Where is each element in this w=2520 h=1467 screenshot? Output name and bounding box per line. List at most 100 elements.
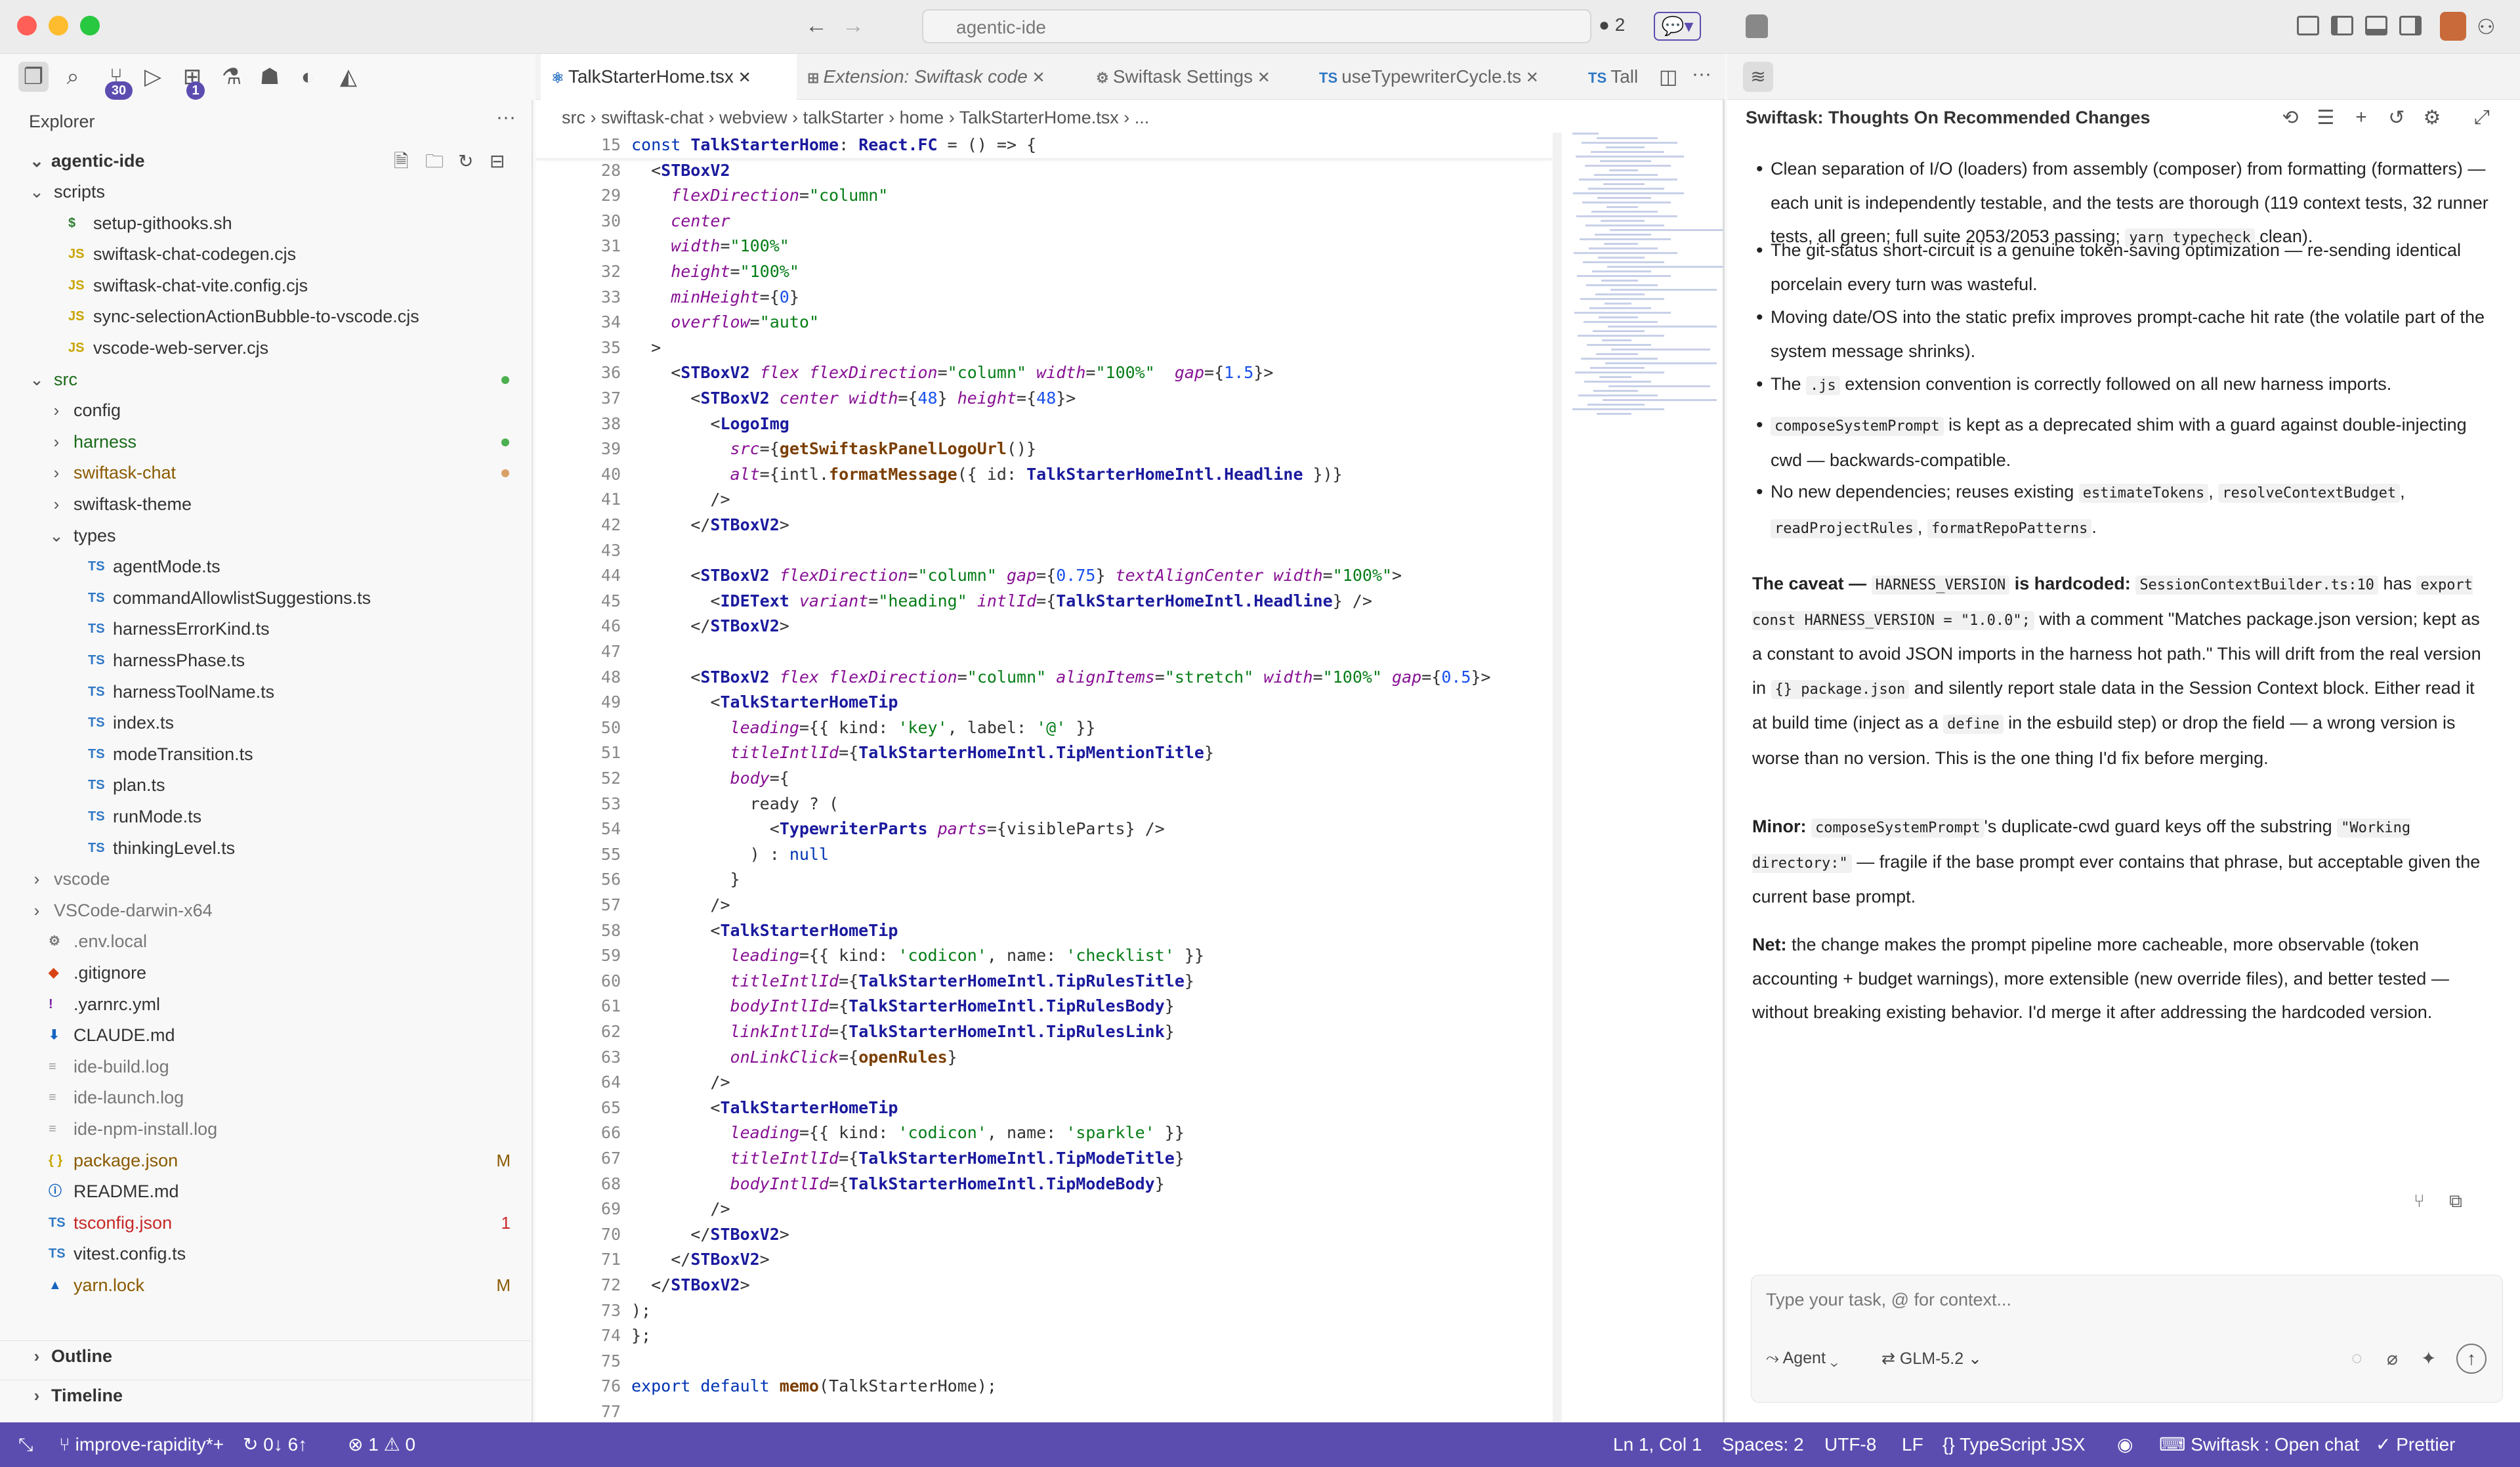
search-icon[interactable]: ⌕ xyxy=(58,62,88,92)
tree-row[interactable]: TS index.ts xyxy=(0,708,530,738)
breadcrumb-item[interactable]: swiftask-chat xyxy=(601,108,704,127)
prompt-icon[interactable]: ◭ xyxy=(333,62,364,92)
tree-row[interactable]: ⚙ .env.local xyxy=(0,926,530,957)
chat-icon[interactable]: 💬▾ xyxy=(1654,12,1701,41)
remote-icon[interactable]: ☗ xyxy=(255,62,285,92)
breadcrumb-item[interactable]: talkStarter xyxy=(803,108,884,127)
tree-row[interactable]: JS vscode-web-server.cjs xyxy=(0,333,530,364)
outline-section[interactable]: › Outline xyxy=(0,1340,530,1371)
history-icon[interactable]: ⟲ xyxy=(2277,106,2303,129)
branch-icon[interactable]: ⑂ xyxy=(2414,1191,2425,1212)
indentation[interactable]: Spaces: 2 xyxy=(1722,1422,1804,1467)
problems-indicator[interactable]: ● 2 xyxy=(1599,14,1625,35)
minimap[interactable] xyxy=(1566,133,1723,448)
problems-status[interactable]: ⊗ 1 ⚠ 0 xyxy=(348,1422,415,1467)
model-selector[interactable]: ⇄ GLM-5.2 ⌄ xyxy=(1881,1349,1982,1369)
breadcrumb-item[interactable]: src xyxy=(562,108,585,127)
avatar[interactable] xyxy=(2440,12,2466,41)
timeline-section[interactable]: › Timeline xyxy=(0,1380,530,1411)
code-view[interactable]: 15 const TalkStarterHome: React.FC = () =… xyxy=(536,133,1553,1422)
tree-row[interactable]: TS runMode.ts xyxy=(0,801,530,832)
language-mode[interactable]: {} TypeScript JSX xyxy=(1942,1422,2085,1467)
close-icon[interactable]: ✕ xyxy=(734,69,751,87)
toggle-primary-sidebar-icon[interactable] xyxy=(2331,16,2353,35)
tree-row[interactable]: ◆ .gitignore xyxy=(0,958,530,989)
chat-input[interactable]: Type your task, @ for context... xyxy=(1766,1290,2011,1310)
breadcrumb-item[interactable]: webview xyxy=(719,108,788,127)
tree-row[interactable]: › swiftask-theme xyxy=(0,489,530,520)
tree-row[interactable]: › swiftask-chat xyxy=(0,457,530,488)
workspace-root[interactable]: ⌄ agentic-ide 🗎 🗀 ↻ ⊟ xyxy=(0,146,530,177)
more-actions-icon[interactable]: ··· xyxy=(1692,63,1712,85)
testing-icon[interactable]: ⚗ xyxy=(217,62,247,92)
zoom-window-button[interactable] xyxy=(80,16,100,35)
explorer-icon[interactable]: ❐ xyxy=(18,62,49,92)
branch-status[interactable]: ⑂ improve-rapidity*+ xyxy=(59,1422,224,1467)
more-actions-icon[interactable]: ··· xyxy=(496,106,516,129)
sync-status[interactable]: ↻ 0↓ 6↑ xyxy=(243,1422,307,1467)
tree-row[interactable]: ≡ ide-npm-install.log xyxy=(0,1114,530,1145)
refresh-icon[interactable]: ↻ xyxy=(458,146,473,177)
swiftask-status[interactable]: ⌨ Swiftask : Open chat xyxy=(2159,1422,2359,1467)
tree-row[interactable]: ⌄ src xyxy=(0,364,530,395)
tree-row[interactable]: { } package.json M xyxy=(0,1145,530,1176)
tree-row[interactable]: › vscode xyxy=(0,864,530,895)
enhance-prompt-icon[interactable]: ✦ xyxy=(2421,1348,2436,1369)
tree-row[interactable]: TS agentMode.ts xyxy=(0,551,530,582)
tree-row[interactable]: ≡ ide-build.log xyxy=(0,1052,530,1082)
remote-icon[interactable]: ⤡ xyxy=(18,1422,33,1467)
tree-row[interactable]: TS plan.ts xyxy=(0,770,530,801)
new-file-icon[interactable]: 🗎 xyxy=(394,146,409,177)
forward-arrow-icon[interactable]: → xyxy=(839,13,868,39)
tab-swiftask-settings[interactable]: ⚙ Swiftask Settings ✕ xyxy=(1085,54,1309,100)
tree-row[interactable]: ▲ yarn.lock M xyxy=(0,1270,530,1301)
tree-row[interactable]: TS commandAllowlistSuggestions.ts xyxy=(0,583,530,614)
tab-talkstarterhome-tsx[interactable]: ⚛ TalkStarterHome.tsx ✕ xyxy=(541,54,797,100)
attach-icon[interactable]: ⌀ xyxy=(2387,1348,2398,1369)
tree-row[interactable]: ⌄ scripts xyxy=(0,177,530,207)
tree-row[interactable]: JS swiftask-chat-codegen.cjs xyxy=(0,239,530,270)
tree-row[interactable]: TS thinkingLevel.ts xyxy=(0,833,530,864)
swiftask-icon[interactable]: ◐ xyxy=(293,62,323,92)
tree-row[interactable]: ! .yarnrc.yml xyxy=(0,989,530,1020)
cursor-position[interactable]: Ln 1, Col 1 xyxy=(1613,1422,1702,1467)
back-arrow-icon[interactable]: ← xyxy=(802,13,831,39)
tree-row[interactable]: ≡ ide-launch.log xyxy=(0,1082,530,1113)
breadcrumb-item[interactable]: home xyxy=(900,108,944,127)
send-button[interactable]: ↑ xyxy=(2456,1344,2487,1374)
collapse-all-icon[interactable]: ⊟ xyxy=(490,146,505,177)
tree-row[interactable]: JS sync-selectionActionBubble-to-vscode.c… xyxy=(0,301,530,332)
run-debug-icon[interactable]: ▷ xyxy=(138,62,168,92)
tab-extension-swiftask-code[interactable]: ⊞ Extension: Swiftask code ✕ xyxy=(797,54,1085,100)
tree-row[interactable]: › harness xyxy=(0,427,530,457)
task-list-icon[interactable]: ☰ xyxy=(2313,106,2339,129)
toggle-panel-icon[interactable] xyxy=(2365,16,2387,35)
close-icon[interactable]: ✕ xyxy=(1253,69,1270,87)
close-icon[interactable]: ✕ xyxy=(1028,69,1045,87)
gear-icon[interactable]: ⚙ xyxy=(2419,106,2445,129)
copilot-icon[interactable] xyxy=(1746,14,1768,38)
layout-icon[interactable] xyxy=(2297,16,2319,35)
tree-row[interactable]: TS tsconfig.json 1 xyxy=(0,1208,530,1239)
tree-row[interactable]: JS swiftask-chat-vite.config.cjs xyxy=(0,270,530,301)
mode-selector[interactable]: ⤳ Agent ⌄ xyxy=(1766,1349,1838,1368)
copy-icon[interactable]: ⧉ xyxy=(2449,1191,2462,1212)
end-of-line[interactable]: LF xyxy=(1902,1422,1923,1467)
tree-row[interactable]: › config xyxy=(0,395,530,426)
swiftask-logo-icon[interactable]: ≋ xyxy=(1743,62,1773,92)
tree-row[interactable]: TS modeTransition.ts xyxy=(0,739,530,770)
editor-scrollbar[interactable] xyxy=(1553,133,1562,1422)
new-chat-icon[interactable]: + xyxy=(2348,106,2374,129)
breadcrumb-item[interactable]: TalkStarterHome.tsx xyxy=(959,108,1119,127)
tree-row[interactable]: › VSCode-darwin-x64 xyxy=(0,895,530,926)
tree-row[interactable]: TS harnessPhase.ts xyxy=(0,645,530,676)
close-icon[interactable]: ✕ xyxy=(1521,69,1539,87)
tree-row[interactable]: TS harnessErrorKind.ts xyxy=(0,614,530,645)
new-folder-icon[interactable]: 🗀 xyxy=(425,146,444,177)
tab-usetypewritercycle-ts[interactable]: TS useTypewriterCycle.ts ✕ xyxy=(1309,54,1578,100)
tree-row[interactable]: ⌄ types xyxy=(0,521,530,551)
tree-row[interactable]: TS vitest.config.ts xyxy=(0,1239,530,1269)
expand-icon[interactable]: ⤢ xyxy=(2469,106,2495,129)
command-center-search[interactable]: agentic-ide xyxy=(922,9,1591,43)
encoding[interactable]: UTF-8 xyxy=(1824,1422,1876,1467)
